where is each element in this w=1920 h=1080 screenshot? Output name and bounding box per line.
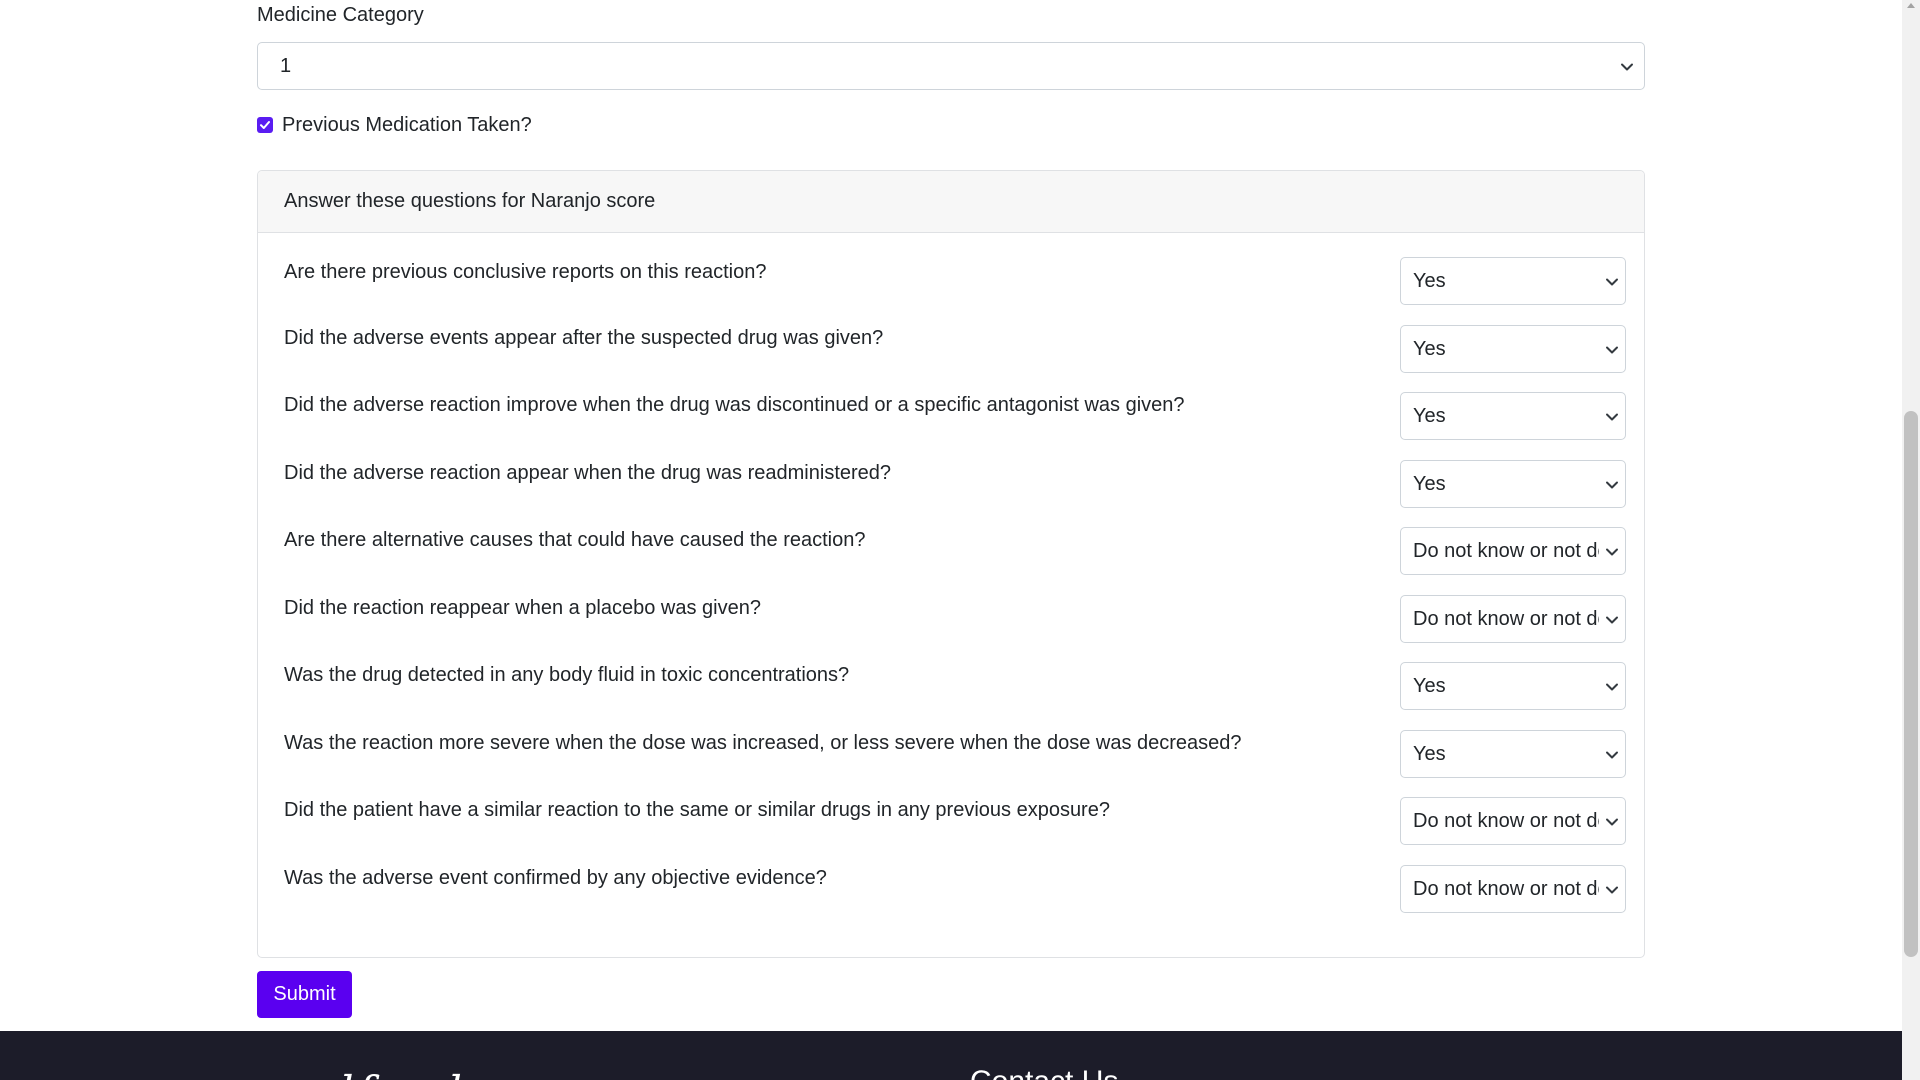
checkmark-icon xyxy=(260,121,270,129)
question-text: Was the drug detected in any body fluid … xyxy=(284,664,850,686)
previous-medication-checkbox[interactable] xyxy=(257,117,273,133)
answer-select[interactable]: Yes xyxy=(1400,392,1626,440)
page: Medicine Category 1 Previous Medication … xyxy=(0,0,1902,1080)
chevron-down-icon xyxy=(1605,275,1619,289)
naranjo-question-row: Was the drug detected in any body fluid … xyxy=(258,662,1644,710)
answer-select[interactable]: Yes xyxy=(1400,257,1626,305)
medicine-category-label: Medicine Category xyxy=(257,4,424,26)
naranjo-question-row: Are there previous conclusive reports on… xyxy=(258,257,1644,305)
chevron-down-icon xyxy=(1605,343,1619,357)
chevron-down-icon xyxy=(1605,680,1619,694)
question-text: Are there previous conclusive reports on… xyxy=(284,261,767,283)
answer-select[interactable]: Yes xyxy=(1400,730,1626,778)
naranjo-question-row: Are there alternative causes that could … xyxy=(258,527,1644,575)
answer-value: Do not know or not done xyxy=(1413,540,1599,562)
answer-value: Yes xyxy=(1413,270,1446,292)
chevron-down-icon xyxy=(1605,613,1619,627)
naranjo-question-row: Did the patient have a similar reaction … xyxy=(258,797,1644,845)
question-text: Did the adverse reaction improve when th… xyxy=(284,394,1185,416)
naranjo-question-row: Was the reaction more severe when the do… xyxy=(258,730,1644,778)
answer-select[interactable]: Do not know or not done xyxy=(1400,527,1626,575)
answer-select[interactable]: Yes xyxy=(1400,325,1626,373)
answer-select[interactable]: Yes xyxy=(1400,460,1626,508)
question-text: Did the adverse reaction appear when the… xyxy=(284,462,892,484)
footer-logo[interactable]: medfeed xyxy=(254,1067,466,1080)
answer-value: Do not know or not done xyxy=(1413,878,1599,900)
previous-medication-label: Previous Medication Taken? xyxy=(282,113,532,136)
naranjo-card: Answer these questions for Naranjo score… xyxy=(257,170,1645,958)
scrollbar-thumb[interactable] xyxy=(1904,411,1918,957)
footer: medfeed Contact Us xyxy=(0,1031,1902,1080)
answer-value: Do not know or not done xyxy=(1413,810,1599,832)
question-text: Was the reaction more severe when the do… xyxy=(284,732,1242,754)
answer-select[interactable]: Do not know or not done xyxy=(1400,865,1626,913)
scroll-up-arrow-icon[interactable] xyxy=(1907,3,1915,8)
answer-value: Yes xyxy=(1413,473,1446,495)
chevron-down-icon xyxy=(1605,478,1619,492)
chevron-down-icon xyxy=(1605,883,1619,897)
answer-select[interactable]: Do not know or not done xyxy=(1400,797,1626,845)
answer-value: Yes xyxy=(1413,743,1446,765)
chevron-down-icon xyxy=(1605,545,1619,559)
question-text: Did the patient have a similar reaction … xyxy=(284,799,1110,821)
medicine-category-select[interactable]: 1 xyxy=(257,42,1645,90)
chevron-down-icon xyxy=(1605,410,1619,424)
answer-value: Yes xyxy=(1413,405,1446,427)
answer-select[interactable]: Do not know or not done xyxy=(1400,595,1626,643)
question-text: Are there alternative causes that could … xyxy=(284,529,866,551)
previous-medication-row[interactable]: Previous Medication Taken? xyxy=(257,113,532,137)
answer-select[interactable]: Yes xyxy=(1400,662,1626,710)
medicine-category-value: 1 xyxy=(280,55,292,77)
contact-heading: Contact Us xyxy=(970,1065,1118,1080)
naranjo-question-row: Did the reaction reappear when a placebo… xyxy=(258,595,1644,643)
question-text: Did the reaction reappear when a placebo… xyxy=(284,597,761,619)
chevron-down-icon xyxy=(1605,815,1619,829)
question-text: Did the adverse events appear after the … xyxy=(284,327,884,349)
question-text: Was the adverse event confirmed by any o… xyxy=(284,867,827,889)
naranjo-card-header: Answer these questions for Naranjo score xyxy=(258,171,1644,233)
answer-value: Yes xyxy=(1413,675,1446,697)
submit-button[interactable]: Submit xyxy=(257,971,352,1018)
chevron-down-icon xyxy=(1620,60,1634,74)
naranjo-question-row: Did the adverse reaction improve when th… xyxy=(258,392,1644,440)
naranjo-question-row: Did the adverse reaction appear when the… xyxy=(258,460,1644,508)
naranjo-question-row: Was the adverse event confirmed by any o… xyxy=(258,865,1644,913)
chevron-down-icon xyxy=(1605,748,1619,762)
answer-value: Yes xyxy=(1413,338,1446,360)
naranjo-question-row: Did the adverse events appear after the … xyxy=(258,325,1644,373)
answer-value: Do not know or not done xyxy=(1413,608,1599,630)
vertical-scrollbar[interactable] xyxy=(1902,0,1920,1080)
